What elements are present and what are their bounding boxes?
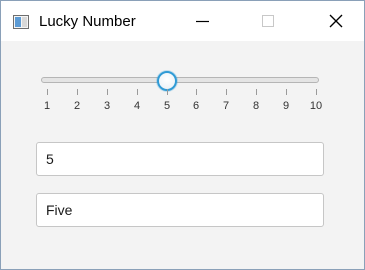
slider-tick-label: 8 <box>252 100 260 112</box>
title-bar[interactable]: Lucky Number <box>1 1 364 41</box>
word-field[interactable] <box>36 193 324 227</box>
content-area: 1 2 3 4 5 6 7 8 9 10 <box>1 41 364 269</box>
slider-tick <box>196 89 197 95</box>
slider-track[interactable] <box>41 77 319 83</box>
close-button[interactable] <box>314 1 360 41</box>
slider-tick <box>167 89 168 95</box>
slider-tick-label: 1 <box>43 100 51 112</box>
maximize-button[interactable] <box>245 1 291 41</box>
window-title: Lucky Number <box>39 13 136 30</box>
slider-tick <box>137 89 138 95</box>
slider-thumb[interactable] <box>157 71 177 91</box>
maximize-icon <box>262 15 274 27</box>
slider-tick-label: 9 <box>282 100 290 112</box>
app-window-icon <box>13 15 29 29</box>
slider-tick <box>256 89 257 95</box>
app-window: Lucky Number 1 2 3 4 5 6 7 8 9 10 <box>0 0 365 270</box>
slider-tick <box>47 89 48 95</box>
slider-tick <box>226 89 227 95</box>
slider-tick-label: 2 <box>73 100 81 112</box>
slider-tick <box>77 89 78 95</box>
number-field[interactable] <box>36 142 324 176</box>
slider-tick-label: 10 <box>309 100 323 112</box>
number-slider[interactable]: 1 2 3 4 5 6 7 8 9 10 <box>1 41 364 121</box>
close-icon <box>329 14 343 28</box>
minimize-icon <box>196 20 209 23</box>
slider-tick <box>286 89 287 95</box>
slider-tick <box>107 89 108 95</box>
slider-tick-label: 5 <box>163 100 171 112</box>
slider-tick-label: 3 <box>103 100 111 112</box>
minimize-button[interactable] <box>179 1 225 41</box>
slider-tick <box>316 89 317 95</box>
slider-tick-label: 4 <box>133 100 141 112</box>
slider-tick-label: 7 <box>222 100 230 112</box>
slider-tick-label: 6 <box>192 100 200 112</box>
